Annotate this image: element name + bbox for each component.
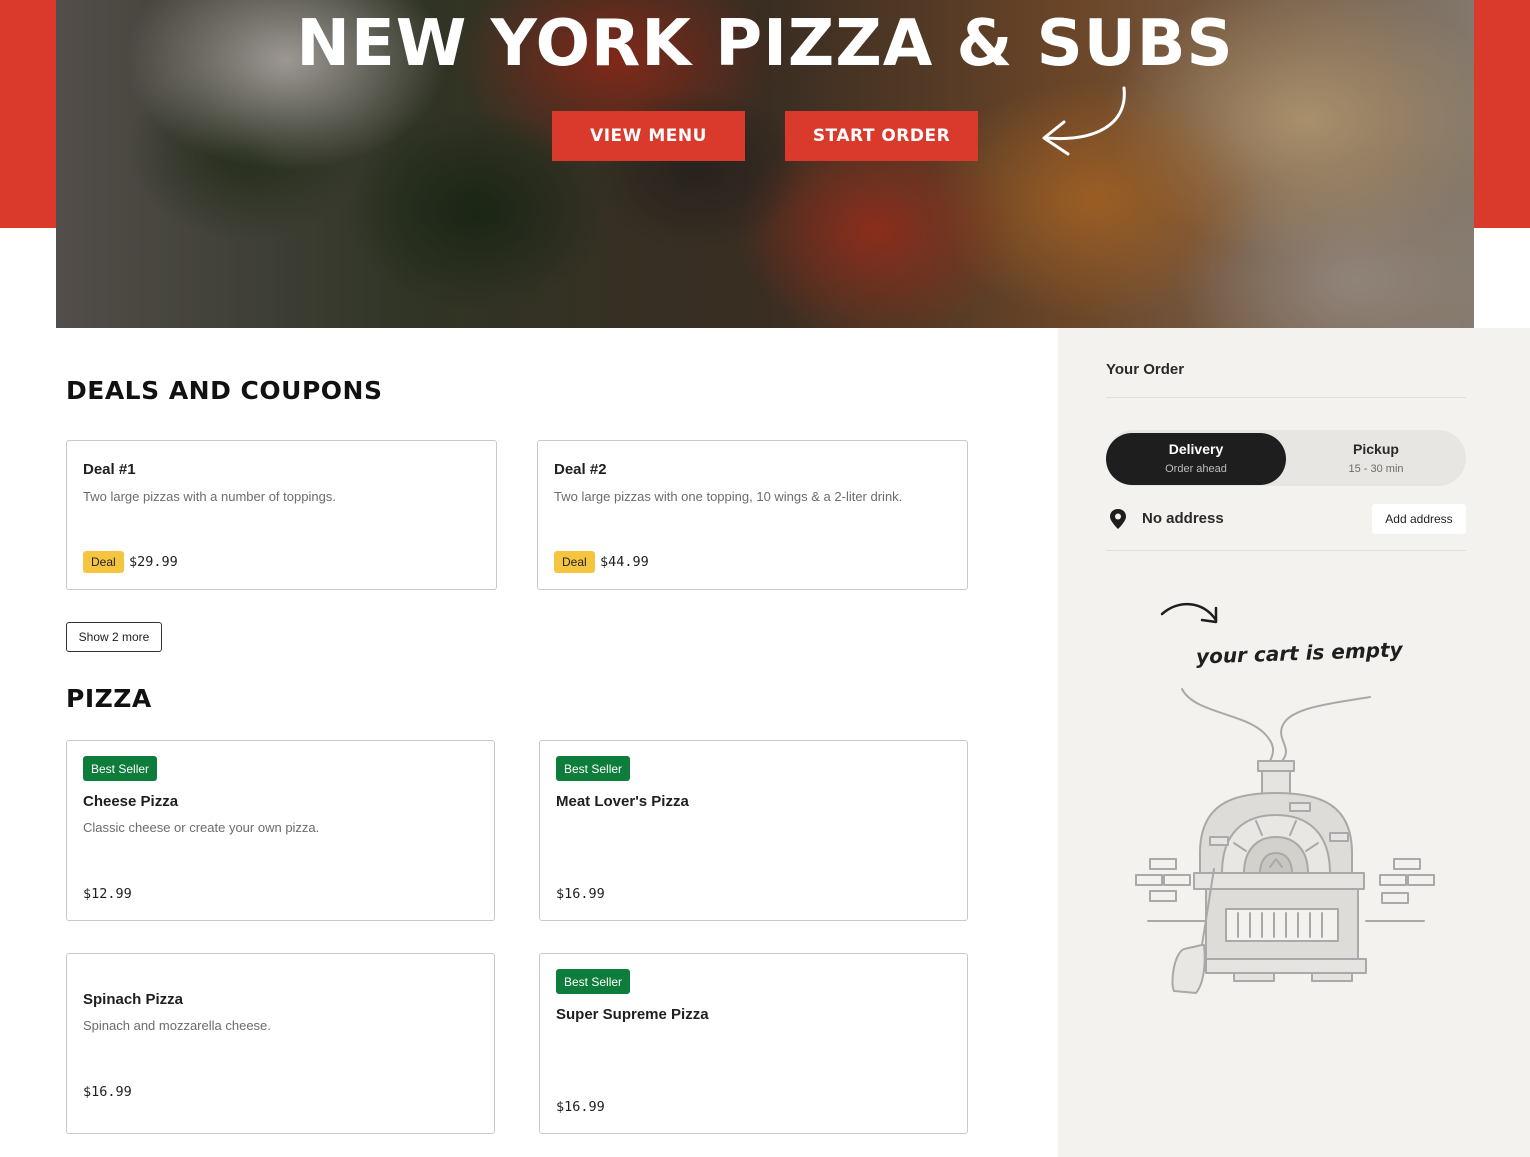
pizza-oven-illustration	[1135, 688, 1435, 994]
restaurant-title: NEW YORK PIZZA & SUBS	[296, 7, 1234, 81]
deal-tag: Deal	[554, 551, 595, 573]
deal-description: Two large pizzas with a number of toppin…	[83, 489, 336, 504]
best-seller-badge: Best Seller	[83, 756, 158, 781]
deal-description: Two large pizzas with one topping, 10 wi…	[554, 489, 903, 504]
pickup-sublabel: 15 - 30 min	[1348, 463, 1404, 475]
menu-item-card[interactable]: Spinach Pizza Spinach and mozzarella che…	[66, 953, 495, 1134]
location-pin-icon	[1110, 509, 1126, 529]
view-menu-button[interactable]: VIEW MENU	[552, 111, 745, 161]
menu-item-name: Meat Lover's Pizza	[556, 793, 689, 810]
best-seller-badge: Best Seller	[556, 969, 631, 994]
menu-item-price: $12.99	[83, 886, 132, 902]
divider	[1106, 397, 1466, 398]
curved-arrow-icon	[1042, 86, 1126, 156]
menu-item-name: Super Supreme Pizza	[556, 1006, 709, 1023]
empty-cart-message: your cart is empty	[1195, 637, 1403, 669]
delivery-label: Delivery	[1168, 441, 1224, 457]
menu-item-description: Classic cheese or create your own pizza.	[83, 820, 320, 835]
menu-item-price: $16.99	[83, 1084, 132, 1100]
menu-item-name: Spinach Pizza	[83, 991, 184, 1008]
fulfillment-toggle: Delivery Order ahead Pickup 15 - 30 min	[1106, 430, 1466, 486]
menu-item-price: $16.99	[556, 1099, 605, 1115]
order-sidebar: Your Order Delivery Order ahead Pickup 1…	[1058, 328, 1530, 1157]
deal-tag: Deal	[83, 551, 124, 573]
pickup-option[interactable]: Pickup 15 - 30 min	[1286, 433, 1466, 485]
menu-item-price: $16.99	[556, 886, 605, 902]
your-order-title: Your Order	[1106, 361, 1185, 378]
divider	[1106, 550, 1466, 551]
deals-section-title: DEALS AND COUPONS	[66, 376, 383, 405]
menu-item-card[interactable]: Best Seller Meat Lover's Pizza $16.99	[539, 740, 968, 921]
best-seller-badge: Best Seller	[556, 756, 631, 781]
deal-name: Deal #1	[83, 461, 136, 478]
deal-card[interactable]: Deal #1 Two large pizzas with a number o…	[66, 440, 497, 590]
delivery-sublabel: Order ahead	[1165, 463, 1227, 475]
pickup-label: Pickup	[1353, 441, 1399, 457]
delivery-option[interactable]: Delivery Order ahead	[1106, 433, 1286, 485]
address-status: No address	[1142, 510, 1224, 527]
start-order-button[interactable]: START ORDER	[785, 111, 978, 161]
deal-card[interactable]: Deal #2 Two large pizzas with one toppin…	[537, 440, 968, 590]
deal-name: Deal #2	[554, 461, 607, 478]
menu-item-card[interactable]: Best Seller Super Supreme Pizza $16.99	[539, 953, 968, 1134]
curved-arrow-icon	[1160, 602, 1218, 624]
add-address-button[interactable]: Add address	[1372, 504, 1466, 534]
deal-price: $44.99	[600, 554, 649, 570]
menu-item-card[interactable]: Best Seller Cheese Pizza Classic cheese …	[66, 740, 495, 921]
deal-price: $29.99	[129, 554, 178, 570]
menu-item-name: Cheese Pizza	[83, 793, 179, 810]
menu-item-description: Spinach and mozzarella cheese.	[83, 1018, 271, 1033]
pizza-section-title: PIZZA	[66, 684, 152, 713]
show-more-deals-button[interactable]: Show 2 more	[66, 622, 162, 652]
